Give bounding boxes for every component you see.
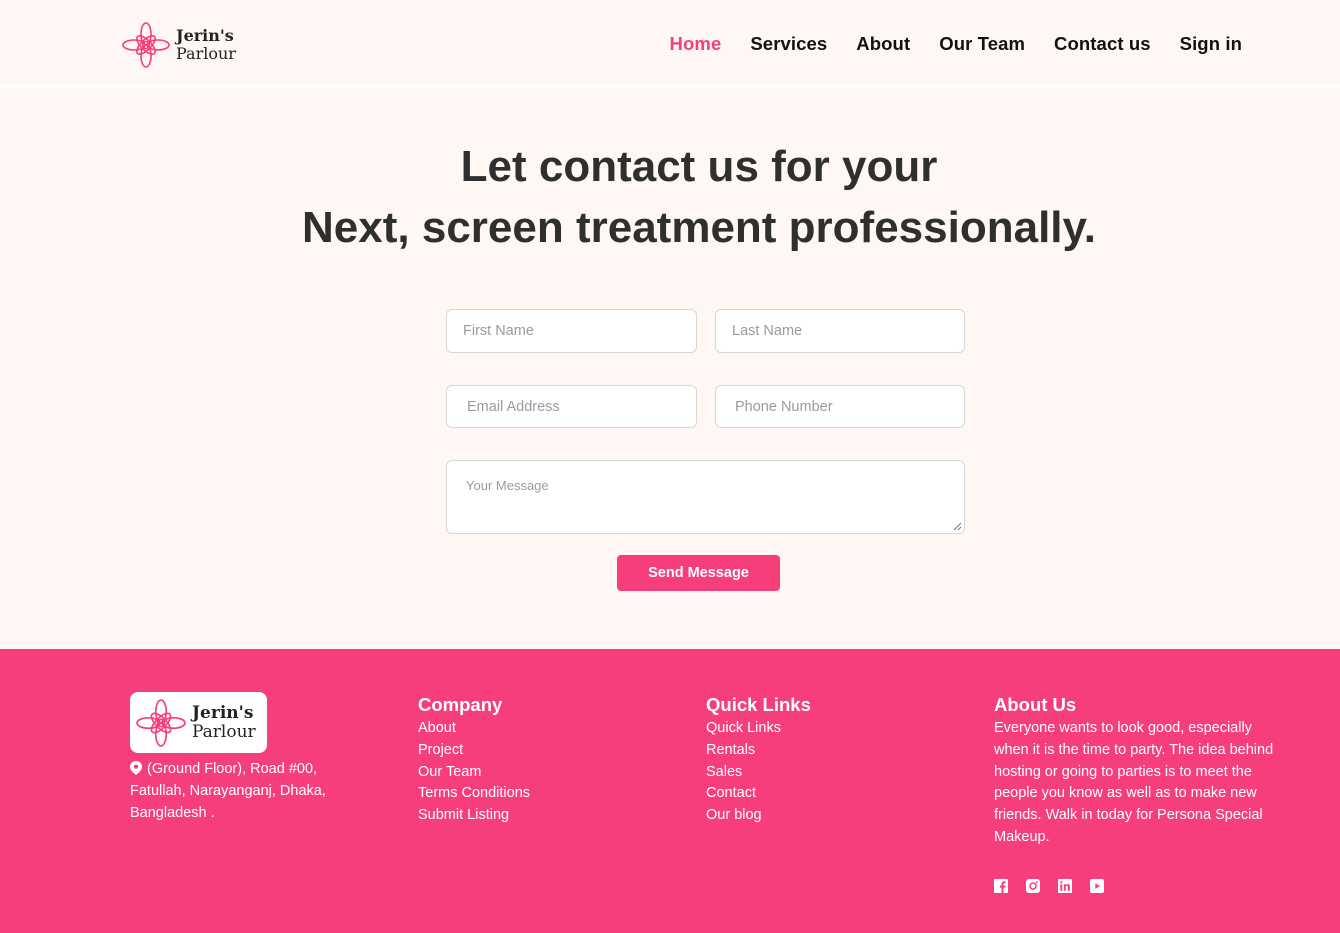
message-placeholder: Your Message xyxy=(466,478,549,493)
footer-link-project[interactable]: Project xyxy=(418,740,530,762)
page-title: Let contact us for your Next, screen tre… xyxy=(0,136,1340,258)
footer-logo[interactable]: Jerin's Parlour xyxy=(130,692,267,753)
footer-quick-links-title: Quick Links xyxy=(706,694,811,715)
footer-link-our-team[interactable]: Our Team xyxy=(418,762,530,784)
nav-our-team[interactable]: Our Team xyxy=(939,33,1025,55)
footer-about-title: About Us xyxy=(994,694,1077,715)
nav-contact-us[interactable]: Contact us xyxy=(1054,33,1151,55)
linkedin-icon[interactable] xyxy=(1058,879,1072,893)
footer-link-contact[interactable]: Contact xyxy=(706,783,811,805)
brand-name-line2: Parlour xyxy=(176,44,236,63)
brand-logo[interactable]: Jerin's Parlour xyxy=(122,22,236,68)
footer-link-our-blog[interactable]: Our blog xyxy=(706,805,811,827)
footer-link-terms[interactable]: Terms Conditions xyxy=(418,783,530,805)
page-title-line2: Next, screen treatment professionally. xyxy=(302,203,1096,252)
nav-services[interactable]: Services xyxy=(750,33,827,55)
footer-about-text: Everyone wants to look good, especially … xyxy=(994,720,1274,845)
footer-quick-links-column: Quick Links Quick Links Rentals Sales Co… xyxy=(706,692,811,827)
brand-name-line1: Jerin's xyxy=(176,26,234,45)
nav-sign-in[interactable]: Sign in xyxy=(1180,33,1242,55)
nav-about[interactable]: About xyxy=(856,33,910,55)
social-links xyxy=(994,879,1104,893)
phone-input[interactable]: Phone Number xyxy=(715,385,965,428)
footer-link-submit-listing[interactable]: Submit Listing xyxy=(418,805,530,827)
navbar: Jerin's Parlour Home Services About Our … xyxy=(0,0,1340,88)
footer-link-quick-links[interactable]: Quick Links xyxy=(706,718,811,740)
footer-brand-line2: Parlour xyxy=(192,721,256,742)
last-name-input[interactable]: Last Name xyxy=(715,309,965,353)
facebook-icon[interactable] xyxy=(994,879,1008,893)
footer-brand-line1: Jerin's xyxy=(192,702,254,723)
address-text: (Ground Floor), Road #00, Fatullah, Nara… xyxy=(130,761,326,821)
lotus-logo-icon xyxy=(136,698,186,747)
nav-home[interactable]: Home xyxy=(670,33,722,55)
brand-name: Jerin's Parlour xyxy=(176,27,236,63)
send-message-button[interactable]: Send Message xyxy=(617,555,780,591)
footer-address: (Ground Floor), Road #00, Fatullah, Nara… xyxy=(130,759,370,824)
location-pin-icon xyxy=(130,761,142,775)
youtube-icon[interactable] xyxy=(1090,879,1104,893)
footer-brand-name: Jerin's Parlour xyxy=(192,702,256,742)
message-textarea[interactable]: Your Message xyxy=(446,460,965,534)
footer-link-about[interactable]: About xyxy=(418,718,530,740)
footer-company-column: Company About Project Our Team Terms Con… xyxy=(418,692,530,827)
email-input[interactable]: Email Address xyxy=(446,385,697,428)
footer-about-column: About Us Everyone wants to look good, es… xyxy=(994,692,1276,849)
footer-link-rentals[interactable]: Rentals xyxy=(706,740,811,762)
footer: Jerin's Parlour (Ground Floor), Road #00… xyxy=(0,649,1340,933)
instagram-icon[interactable] xyxy=(1026,879,1040,893)
main-nav: Home Services About Our Team Contact us … xyxy=(670,33,1242,55)
page-title-line1: Let contact us for your xyxy=(460,142,938,191)
first-name-input[interactable]: First Name xyxy=(446,309,697,353)
resize-handle-icon[interactable] xyxy=(953,522,962,531)
footer-company-title: Company xyxy=(418,694,503,715)
footer-link-sales[interactable]: Sales xyxy=(706,762,811,784)
lotus-logo-icon xyxy=(122,22,170,68)
